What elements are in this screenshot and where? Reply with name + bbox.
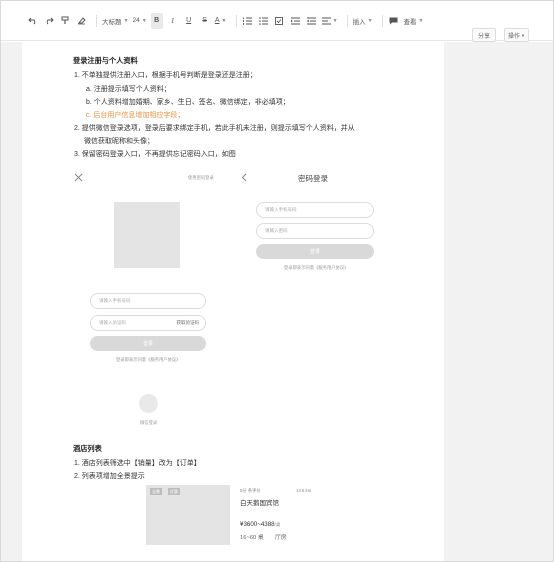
password-login-title: 密码登录 xyxy=(298,174,328,183)
password-input-mock: 请输入密码 xyxy=(256,223,374,239)
action-menu-button[interactable]: 操作 ▼ xyxy=(504,28,529,42)
capacity-text: 16~60 桌 xyxy=(240,535,264,541)
chevron-down-icon: ▼ xyxy=(332,17,338,24)
heading-select[interactable]: 大标题 ▼ xyxy=(102,13,128,29)
agreement-text: 登录即表示同意《服务用户协议》 xyxy=(116,357,181,362)
share-button[interactable]: 分享 xyxy=(472,28,496,42)
list-item: 2. 列表项增加全景提示 xyxy=(74,473,145,480)
list-item: 3. 保留密码登录入口，不再提供忘记密码入口，如图 xyxy=(74,151,236,158)
code-placeholder: 请输入验证码 xyxy=(99,320,126,325)
wechat-login-icon xyxy=(139,394,158,413)
login-button-mock: 登录 xyxy=(90,336,206,351)
hotel-name: 白天鹅国宾馆 xyxy=(240,500,279,507)
rating-text: 5分 条评价 xyxy=(240,488,261,493)
font-color-button[interactable]: A ▼ xyxy=(215,13,227,29)
list-item: 2. 提供微信登录选项，登录后要求绑定手机，若此手机未注册，则提示填写个人资料，… xyxy=(74,125,355,132)
distance-text: 13.6 km xyxy=(296,488,312,493)
panorama-tag: 全景 xyxy=(150,488,162,495)
heading-select-label: 大标题 xyxy=(102,18,122,26)
chevron-down-icon: ▼ xyxy=(141,17,147,24)
align-select[interactable]: ▼ xyxy=(321,13,338,29)
list-item: b. 个人资料增加婚期、家乡、生日、签名、微信绑定，非必填项； xyxy=(86,99,290,106)
chevron-down-icon: ▼ xyxy=(367,17,373,24)
room-type-text: 厅房 xyxy=(275,535,287,541)
underline-button[interactable]: U xyxy=(183,13,195,29)
price-value: ¥3600~4388 xyxy=(240,521,275,528)
left-gutter xyxy=(1,42,22,561)
list-item-highlighted: c. 后台用户信息增加相应字段； xyxy=(86,112,185,119)
chevron-down-icon: ▼ xyxy=(418,17,424,24)
redo-icon[interactable] xyxy=(43,13,55,29)
view-menu-label: 查看 xyxy=(403,18,417,26)
section-heading-login: 登录注册与个人资料 xyxy=(73,56,138,65)
toolbar-divider xyxy=(96,14,97,27)
insert-menu[interactable]: 插入 ▼ xyxy=(353,13,373,29)
editor-toolbar: 大标题 ▼ 24 ▼ B I U S A ▼ ▼ 插入 ▼ 查看 ▼ xyxy=(1,1,553,41)
price-range: ¥3600~4388/桌 xyxy=(240,521,280,528)
strikethrough-button[interactable]: S xyxy=(199,13,211,29)
clear-format-icon[interactable] xyxy=(75,13,87,29)
action-menu-label: 操作 xyxy=(508,33,521,40)
list-item: 1. 酒店列表筛选中【销量】改为【订单】 xyxy=(74,460,201,467)
list-item: a. 注册提示填写个人资料； xyxy=(86,86,171,93)
password-login-link: 使用密码登录 xyxy=(188,175,214,180)
right-gutter xyxy=(444,42,553,561)
italic-button[interactable]: I xyxy=(167,13,179,29)
font-color-label: A xyxy=(214,17,220,24)
discount-tag: 优惠 xyxy=(168,488,180,495)
view-menu[interactable]: 查看 ▼ xyxy=(404,13,424,29)
list-item: 1. 不单独提供注册入口，根据手机号判断是登录还是注册； xyxy=(74,72,257,79)
ordered-list-icon[interactable] xyxy=(242,13,254,29)
toolbar-divider xyxy=(381,14,383,27)
toolbar-divider xyxy=(235,14,237,27)
outdent-icon[interactable] xyxy=(306,13,318,29)
chevron-down-icon: ▼ xyxy=(521,32,525,38)
agreement-text: 登录即表示同意《服务用户协议》 xyxy=(284,265,349,270)
insert-menu-label: 插入 xyxy=(352,18,366,26)
price-unit: /桌 xyxy=(274,522,281,527)
phone-input-mock: 请输入手机号码 xyxy=(90,293,206,309)
wechat-login-label: 微信登录 xyxy=(140,420,158,425)
list-item-continuation: 微信获取昵称和头像； xyxy=(84,138,154,145)
indent-icon[interactable] xyxy=(290,13,302,29)
font-size-select[interactable]: 24 ▼ xyxy=(132,13,146,29)
comment-icon[interactable] xyxy=(388,13,400,29)
get-code-link: 获取验证码 xyxy=(176,320,200,325)
undo-icon[interactable] xyxy=(27,13,39,29)
chevron-down-icon: ▼ xyxy=(123,17,129,24)
image-placeholder xyxy=(114,202,180,268)
bold-button[interactable]: B xyxy=(150,12,163,29)
phone-input-mock: 请输入手机号码 xyxy=(256,202,374,218)
bullet-list-icon[interactable] xyxy=(258,13,270,29)
section-heading-hotel-list: 酒店列表 xyxy=(73,444,102,453)
back-arrow-icon xyxy=(241,173,248,182)
chevron-down-icon: ▼ xyxy=(221,17,227,24)
format-painter-icon[interactable] xyxy=(59,13,71,29)
code-input-mock: 请输入验证码 获取验证码 xyxy=(90,315,206,331)
document-page[interactable]: 登录注册与个人资料 1. 不单独提供注册入口，根据手机号判断是登录还是注册； a… xyxy=(22,42,444,561)
toolbar-divider xyxy=(346,14,348,27)
close-icon xyxy=(74,173,83,182)
checklist-icon[interactable] xyxy=(274,13,286,29)
login-button-mock: 登录 xyxy=(256,244,374,259)
font-size-label: 24 xyxy=(132,17,140,24)
